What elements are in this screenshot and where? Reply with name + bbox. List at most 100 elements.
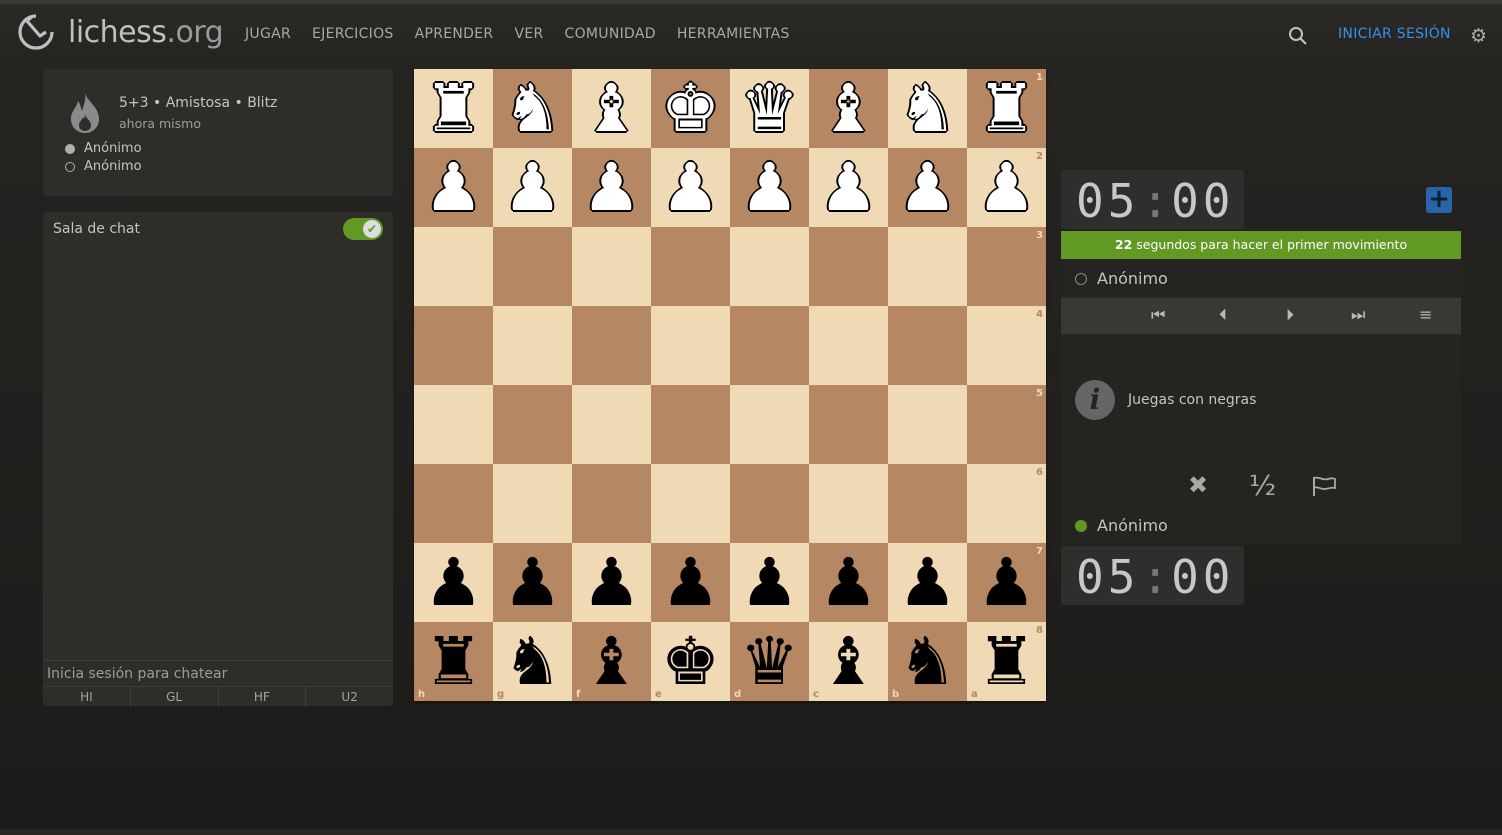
- search-icon[interactable]: [1288, 26, 1308, 46]
- white-bishop-icon[interactable]: ♝: [582, 75, 641, 142]
- nav-watch[interactable]: VER: [514, 26, 543, 42]
- chat-toggle[interactable]: ✔: [343, 218, 383, 240]
- square[interactable]: [888, 306, 967, 385]
- square[interactable]: ♜ 8 a: [967, 622, 1046, 701]
- square[interactable]: ♟: [809, 148, 888, 227]
- white-pawn-icon[interactable]: ♟: [740, 154, 799, 221]
- abort-button[interactable]: ✖: [1188, 471, 1208, 499]
- black-pawn-icon[interactable]: ♟: [582, 549, 641, 616]
- square[interactable]: [888, 464, 967, 543]
- prev-icon[interactable]: ⏴: [1219, 305, 1227, 325]
- chess-board[interactable]: ♜ ♞ ♝ ♚ ♛ ♝ ♞ ♜ 1 ♟ ♟ ♟ ♟ ♟ ♟ ♟ ♟ 2 3 4 5 6 ♟ ♟ ♟ ♟ ♟ ♟ ♟ ♟ 7 ♜ h ♞ g ♝ f ♚ e ♛…: [414, 69, 1046, 701]
- self-player[interactable]: Anónimo: [1075, 516, 1168, 535]
- square[interactable]: ♚: [651, 69, 730, 148]
- black-pawn-icon[interactable]: ♟: [898, 549, 957, 616]
- white-king-icon[interactable]: ♚: [661, 75, 720, 142]
- square[interactable]: ♞ g: [493, 622, 572, 701]
- next-icon[interactable]: ⏵: [1286, 305, 1294, 325]
- square[interactable]: ♟: [730, 543, 809, 622]
- black-knight-icon[interactable]: ♞: [503, 628, 562, 695]
- square[interactable]: ♟: [888, 148, 967, 227]
- add-time-button[interactable]: +: [1426, 186, 1452, 213]
- square[interactable]: 6: [967, 464, 1046, 543]
- black-queen-icon[interactable]: ♛: [740, 628, 799, 695]
- square[interactable]: [414, 306, 493, 385]
- black-pawn-icon[interactable]: ♟: [503, 549, 562, 616]
- gear-icon[interactable]: ⚙: [1470, 26, 1490, 46]
- square[interactable]: ♜ h: [414, 622, 493, 701]
- white-rook-icon[interactable]: ♜: [424, 75, 483, 142]
- nav-community[interactable]: COMUNIDAD: [565, 26, 656, 42]
- nav-puzzles[interactable]: EJERCICIOS: [312, 26, 394, 42]
- square[interactable]: [888, 227, 967, 306]
- square[interactable]: ♝: [572, 69, 651, 148]
- white-pawn-icon[interactable]: ♟: [898, 154, 957, 221]
- square[interactable]: [809, 306, 888, 385]
- preset-hf[interactable]: HF: [219, 687, 307, 707]
- square[interactable]: ♟ 7: [967, 543, 1046, 622]
- square[interactable]: ♝ c: [809, 622, 888, 701]
- nav-tools[interactable]: HERRAMIENTAS: [677, 26, 790, 42]
- square[interactable]: ♟ 2: [967, 148, 1046, 227]
- square[interactable]: [493, 385, 572, 464]
- square[interactable]: ♞: [888, 69, 967, 148]
- square[interactable]: 5: [967, 385, 1046, 464]
- black-pawn-icon[interactable]: ♟: [424, 549, 483, 616]
- square[interactable]: [809, 464, 888, 543]
- nav-play[interactable]: JUGAR: [245, 26, 291, 42]
- draw-offer-button[interactable]: ½: [1249, 469, 1276, 502]
- menu-icon[interactable]: ≡: [1419, 305, 1432, 324]
- square[interactable]: [572, 385, 651, 464]
- white-pawn-icon[interactable]: ♟: [661, 154, 720, 221]
- white-rook-icon[interactable]: ♜: [977, 75, 1036, 142]
- black-bishop-icon[interactable]: ♝: [582, 628, 641, 695]
- square[interactable]: ♟: [888, 543, 967, 622]
- square[interactable]: ♟: [572, 148, 651, 227]
- nav-learn[interactable]: APRENDER: [415, 26, 494, 42]
- square[interactable]: 4: [967, 306, 1046, 385]
- black-rook-icon[interactable]: ♜: [977, 628, 1036, 695]
- white-pawn-icon[interactable]: ♟: [424, 154, 483, 221]
- square[interactable]: ♜ 1: [967, 69, 1046, 148]
- square[interactable]: ♟: [572, 543, 651, 622]
- square[interactable]: ♟: [493, 148, 572, 227]
- square[interactable]: [414, 227, 493, 306]
- square[interactable]: [809, 385, 888, 464]
- white-knight-icon[interactable]: ♞: [898, 75, 957, 142]
- square[interactable]: [493, 306, 572, 385]
- white-pawn-icon[interactable]: ♟: [819, 154, 878, 221]
- square[interactable]: [730, 385, 809, 464]
- first-icon[interactable]: ⏮: [1151, 305, 1165, 325]
- opponent-player[interactable]: Anónimo: [1075, 269, 1168, 288]
- square[interactable]: [651, 227, 730, 306]
- white-pawn-icon[interactable]: ♟: [503, 154, 562, 221]
- square[interactable]: ♟: [730, 148, 809, 227]
- square[interactable]: [730, 464, 809, 543]
- white-pawn-icon[interactable]: ♟: [582, 154, 641, 221]
- square[interactable]: [651, 306, 730, 385]
- square[interactable]: [572, 464, 651, 543]
- square[interactable]: [572, 227, 651, 306]
- square[interactable]: ♟: [651, 543, 730, 622]
- square[interactable]: [730, 306, 809, 385]
- flag-icon[interactable]: [1311, 475, 1337, 497]
- white-queen-icon[interactable]: ♛: [740, 75, 799, 142]
- signin-link[interactable]: INICIAR SESIÓN: [1338, 26, 1451, 42]
- square[interactable]: ♟: [493, 543, 572, 622]
- preset-gl[interactable]: GL: [131, 687, 219, 707]
- square[interactable]: ♝: [809, 69, 888, 148]
- square[interactable]: ♜: [414, 69, 493, 148]
- square[interactable]: [730, 227, 809, 306]
- black-rook-icon[interactable]: ♜: [424, 628, 483, 695]
- black-knight-icon[interactable]: ♞: [898, 628, 957, 695]
- square[interactable]: [414, 464, 493, 543]
- square[interactable]: [651, 385, 730, 464]
- black-king-icon[interactable]: ♚: [661, 628, 720, 695]
- square[interactable]: ♟: [809, 543, 888, 622]
- square[interactable]: [493, 227, 572, 306]
- white-bishop-icon[interactable]: ♝: [819, 75, 878, 142]
- last-icon[interactable]: ⏭: [1351, 305, 1365, 325]
- square[interactable]: ♝ f: [572, 622, 651, 701]
- square[interactable]: [493, 464, 572, 543]
- black-pawn-icon[interactable]: ♟: [819, 549, 878, 616]
